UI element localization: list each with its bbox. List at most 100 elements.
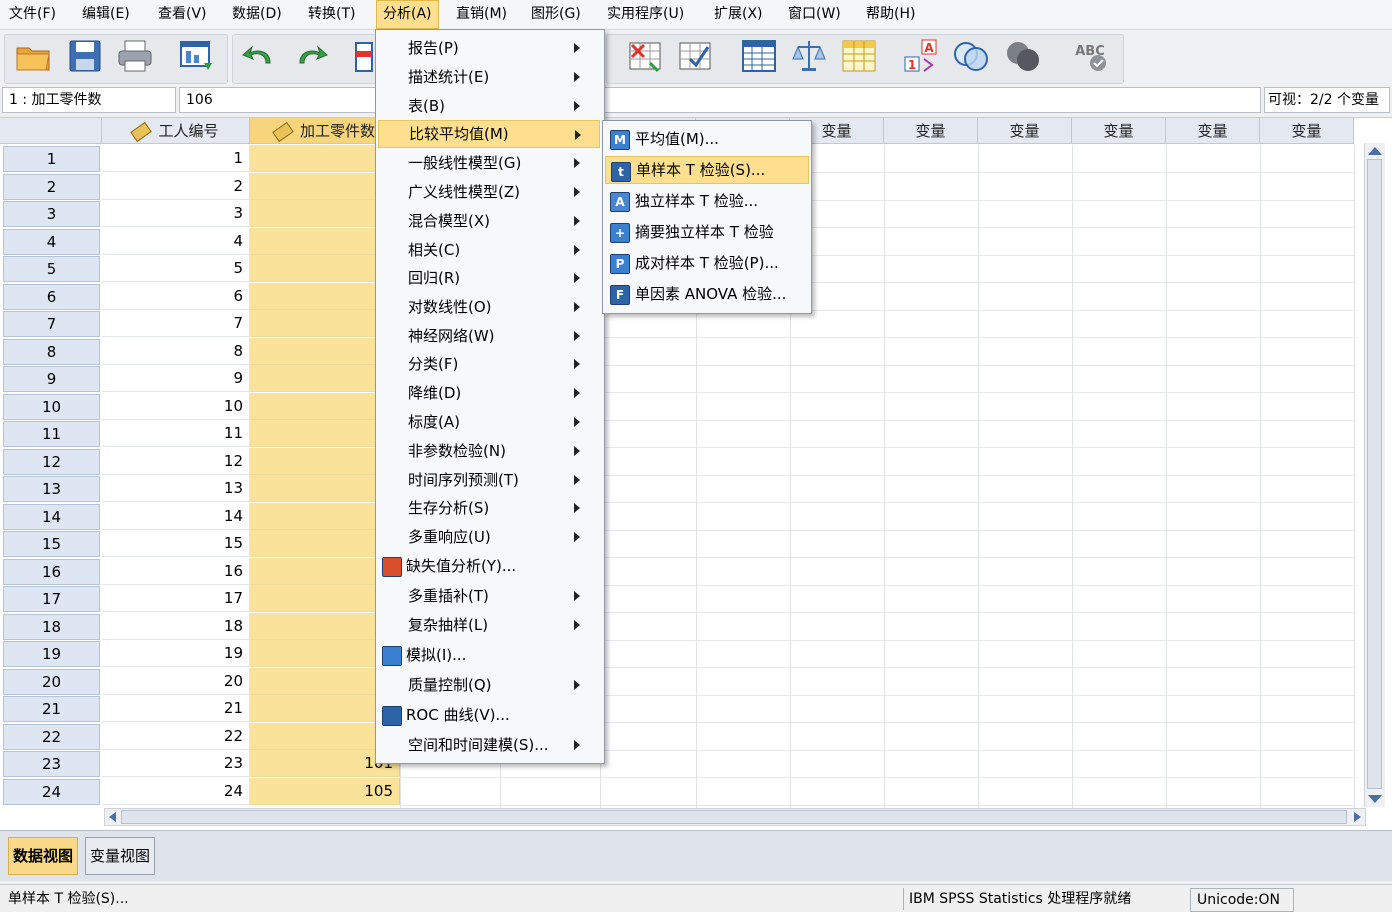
row-header[interactable]: 20	[3, 668, 100, 695]
scroll-right-arrow-icon[interactable]	[1354, 812, 1361, 822]
scroll-down-arrow-icon[interactable]	[1368, 795, 1382, 803]
analyze-menu-item[interactable]: 非参数检验(N)	[378, 437, 600, 465]
compare-means-item[interactable]: P 成对样本 T 检验(P)...	[605, 249, 809, 277]
analyze-menu-item[interactable]: 缺失值分析(Y)...	[378, 552, 600, 580]
compare-means-item[interactable]: t 单样本 T 检验(S)...	[605, 156, 809, 184]
redo-icon[interactable]	[292, 37, 330, 75]
analyze-menu-item[interactable]: 质量控制(Q)	[378, 671, 600, 699]
menu-4[interactable]: 转换(T)	[302, 0, 361, 29]
column-header-empty-variable[interactable]: 变量	[1166, 118, 1260, 144]
row-header[interactable]: 17	[3, 586, 100, 612]
analyze-menu-item[interactable]: 分类(F)	[378, 350, 600, 378]
menu-3[interactable]: 数据(D)	[226, 0, 288, 29]
row-header[interactable]: 12	[3, 448, 100, 475]
row-header[interactable]: 16	[3, 558, 100, 585]
row-header[interactable]: 21	[3, 696, 100, 722]
row-header[interactable]: 13	[3, 476, 100, 502]
analyze-menu-item[interactable]: 时间序列预测(T)	[378, 466, 600, 494]
cell-worker-id[interactable]: 6	[102, 282, 250, 310]
compare-means-item[interactable]: M 平均值(M)...	[605, 125, 809, 153]
cell-worker-id[interactable]: 17	[102, 585, 250, 612]
row-header[interactable]: 23	[3, 751, 100, 777]
cell-worker-id[interactable]: 14	[102, 502, 250, 530]
cell-worker-id[interactable]: 20	[102, 667, 250, 695]
cell-worker-id[interactable]: 10	[102, 392, 250, 420]
vertical-scroll-thumb[interactable]	[1367, 159, 1382, 789]
column-header-empty-variable[interactable]: 变量	[1260, 118, 1354, 144]
analyze-menu-item[interactable]: 多重响应(U)	[378, 523, 600, 551]
analyze-menu-item[interactable]: 一般线性模型(G)	[378, 149, 600, 177]
row-header[interactable]: 4	[3, 228, 100, 255]
save-icon[interactable]	[66, 37, 104, 75]
select-cases-icon[interactable]	[676, 37, 714, 75]
cell-worker-id[interactable]: 3	[102, 200, 250, 227]
compare-means-item[interactable]: + 摘要独立样本 T 检验	[605, 218, 809, 246]
compare-means-item[interactable]: A 独立样本 T 检验...	[605, 187, 809, 215]
weight-cases-icon[interactable]	[790, 37, 828, 75]
column-header-empty-variable[interactable]: 变量	[1072, 118, 1166, 144]
row-header[interactable]: 14	[3, 503, 100, 530]
cell-worker-id[interactable]: 8	[102, 337, 250, 365]
column-header-empty-variable[interactable]: 变量	[978, 118, 1072, 144]
row-header[interactable]: 11	[3, 421, 100, 447]
cell-worker-id[interactable]: 2	[102, 172, 250, 200]
undo-icon[interactable]	[240, 37, 278, 75]
cell-worker-id[interactable]: 19	[102, 640, 250, 667]
analyze-menu-item[interactable]: 降维(D)	[378, 379, 600, 407]
open-folder-icon[interactable]	[14, 37, 52, 75]
row-header[interactable]: 3	[3, 201, 100, 227]
row-header[interactable]: 5	[3, 256, 100, 282]
row-header[interactable]: 19	[3, 641, 100, 667]
cell-worker-id[interactable]: 11	[102, 420, 250, 447]
menu-6[interactable]: 直销(M)	[450, 0, 513, 29]
menu-1[interactable]: 编辑(E)	[76, 0, 136, 29]
scroll-left-arrow-icon[interactable]	[109, 812, 116, 822]
cell-worker-id[interactable]: 12	[102, 447, 250, 475]
column-header-worker-id[interactable]: 工人编号	[102, 118, 250, 144]
cell-worker-id[interactable]: 4	[102, 227, 250, 255]
goto-case-icon[interactable]	[344, 37, 374, 75]
analyze-menu-item[interactable]: 模拟(I)...	[378, 641, 600, 669]
print-icon[interactable]	[116, 37, 154, 75]
analyze-menu-item[interactable]: 混合模型(X)	[378, 207, 600, 235]
analyze-menu-item[interactable]: 相关(C)	[378, 236, 600, 264]
menu-2[interactable]: 查看(V)	[152, 0, 213, 29]
cell-worker-id[interactable]: 7	[102, 310, 250, 337]
analyze-menu-item[interactable]: 回归(R)	[378, 264, 600, 292]
show-all-variables-icon[interactable]	[1004, 37, 1042, 75]
insert-cases-icon[interactable]	[626, 37, 664, 75]
row-header[interactable]: 22	[3, 723, 100, 750]
split-file-icon[interactable]	[740, 37, 778, 75]
row-header[interactable]: 18	[3, 613, 100, 640]
menu-11[interactable]: 帮助(H)	[860, 0, 921, 29]
analyze-menu-item[interactable]: 对数线性(O)	[378, 293, 600, 321]
cell-worker-id[interactable]: 9	[102, 365, 250, 392]
value-labels-toggle-icon[interactable]: A 1	[902, 37, 940, 75]
cell-worker-id[interactable]: 22	[102, 722, 250, 750]
scroll-up-arrow-icon[interactable]	[1368, 147, 1382, 155]
cell-worker-id[interactable]: 23	[102, 750, 250, 777]
tab-data-view[interactable]: 数据视图	[8, 837, 79, 875]
row-header[interactable]: 9	[3, 366, 100, 392]
cell-worker-id[interactable]: 13	[102, 475, 250, 502]
cell-value-input[interactable]: 106	[179, 87, 1261, 113]
tab-variable-view[interactable]: 变量视图	[85, 837, 156, 875]
analyze-menu-item[interactable]: 广义线性模型(Z)	[378, 178, 600, 206]
value-labels-icon[interactable]	[840, 37, 878, 75]
cell-worker-id[interactable]: 5	[102, 255, 250, 282]
cell-worker-id[interactable]: 24	[102, 777, 250, 805]
cell-worker-id[interactable]: 18	[102, 612, 250, 640]
analyze-menu-item[interactable]: 表(B)	[378, 92, 600, 120]
analyze-menu-item[interactable]: 多重插补(T)	[378, 582, 600, 610]
analyze-menu-item[interactable]: 描述统计(E)	[378, 63, 600, 91]
menu-0[interactable]: 文件(F)	[3, 0, 62, 29]
row-header[interactable]: 6	[3, 283, 100, 310]
use-sets-icon[interactable]	[952, 37, 990, 75]
dialog-recall-icon[interactable]	[178, 37, 216, 75]
analyze-menu-item[interactable]: 生存分析(S)	[378, 494, 600, 522]
horizontal-scrollbar[interactable]	[104, 808, 1366, 826]
menu-8[interactable]: 实用程序(U)	[601, 0, 690, 29]
analyze-menu-item[interactable]: 标度(A)	[378, 408, 600, 436]
column-header-empty-variable[interactable]: 变量	[884, 118, 978, 144]
cell-worker-id[interactable]: 1	[102, 145, 250, 172]
